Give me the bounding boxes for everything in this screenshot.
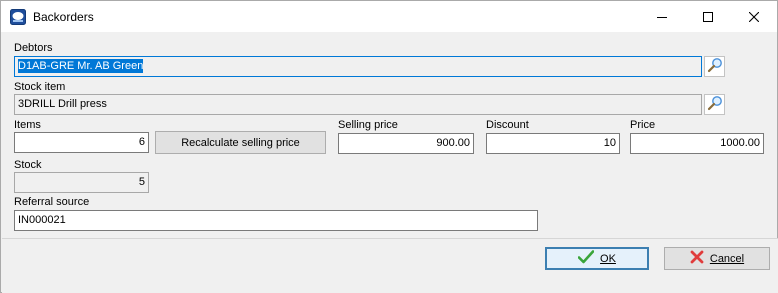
magnifier-icon bbox=[707, 57, 723, 76]
minimize-icon bbox=[657, 12, 667, 22]
close-icon bbox=[749, 11, 759, 22]
stock-label: Stock bbox=[14, 159, 42, 171]
debtors-field[interactable]: D1AB-GRE Mr. AB Green bbox=[14, 56, 702, 77]
magnifier-icon bbox=[707, 95, 723, 114]
selling-price-field[interactable]: 900.00 bbox=[338, 133, 474, 154]
price-field[interactable]: 1000.00 bbox=[630, 133, 764, 154]
discount-label: Discount bbox=[486, 119, 529, 131]
app-icon bbox=[10, 9, 26, 25]
items-label: Items bbox=[14, 119, 41, 131]
discount-field[interactable]: 10 bbox=[486, 133, 620, 154]
recalculate-selling-price-button[interactable]: Recalculate selling price bbox=[155, 131, 326, 154]
checkmark-icon bbox=[577, 250, 595, 267]
minimize-button[interactable] bbox=[639, 1, 685, 32]
selling-price-label: Selling price bbox=[338, 119, 398, 131]
stock-item-field[interactable]: 3DRILL Drill press bbox=[14, 94, 702, 115]
backorders-dialog: Backorders Debtors D1AB-GRE Mr. AB Green bbox=[0, 0, 778, 293]
debtors-label: Debtors bbox=[14, 42, 53, 54]
close-window-button[interactable] bbox=[731, 1, 777, 32]
items-field[interactable]: 6 bbox=[14, 132, 149, 153]
title-bar: Backorders bbox=[1, 1, 777, 32]
maximize-icon bbox=[703, 11, 713, 22]
dialog-footer bbox=[2, 239, 778, 293]
referral-source-label: Referral source bbox=[14, 196, 90, 208]
referral-source-field[interactable]: IN000021 bbox=[14, 210, 538, 231]
window-title: Backorders bbox=[33, 10, 94, 24]
recalculate-button-label: Recalculate selling price bbox=[181, 136, 300, 149]
cancel-x-icon bbox=[690, 250, 704, 267]
debtors-value: D1AB-GRE Mr. AB Green bbox=[18, 59, 144, 73]
ok-button-label: OK bbox=[600, 252, 616, 265]
stock-item-label: Stock item bbox=[14, 81, 66, 93]
stock-item-lookup-button[interactable] bbox=[704, 94, 725, 115]
debtors-lookup-button[interactable] bbox=[704, 56, 725, 77]
price-label: Price bbox=[630, 119, 656, 131]
stock-field: 5 bbox=[14, 172, 149, 193]
ok-button[interactable]: OK bbox=[545, 247, 649, 270]
cancel-button[interactable]: Cancel bbox=[664, 247, 770, 270]
maximize-button[interactable] bbox=[685, 1, 731, 32]
cancel-button-label: Cancel bbox=[709, 252, 745, 265]
